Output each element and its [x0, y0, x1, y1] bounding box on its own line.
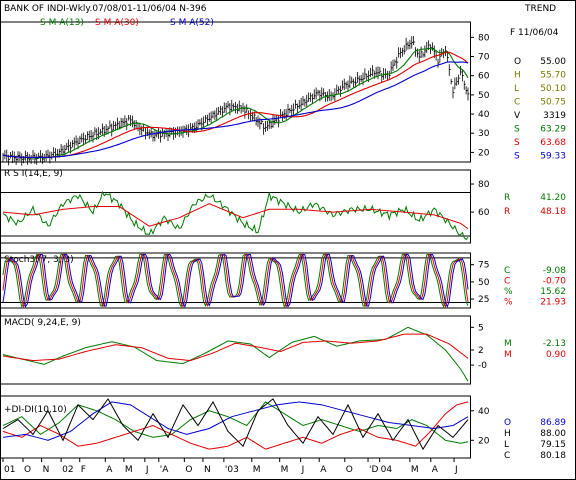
price-readout-label: V: [514, 111, 521, 121]
price-readout-value: 59.33: [540, 152, 566, 162]
x-tick-label: F: [81, 465, 86, 475]
dmi-title: +DI-DI(10,10): [4, 405, 67, 415]
stochastic-tick-label: 50: [478, 278, 490, 288]
date-label: F 11/06/04: [510, 28, 559, 38]
trend-label: TREND: [524, 4, 556, 14]
x-tick-label: J: [145, 465, 149, 475]
dmi-tick-label: 20: [478, 436, 490, 446]
stochastic-tick-label: 75: [478, 261, 489, 271]
x-tick-label: M: [411, 465, 419, 475]
legend-entry: S M A(30): [95, 18, 139, 28]
stochastic-readout-label: C: [504, 266, 510, 276]
rsi-readout-label: R: [504, 193, 510, 203]
stochastic-readout-label: %: [504, 298, 513, 308]
price-readout-label: L: [514, 84, 519, 94]
price-tick-label: 70: [478, 53, 490, 63]
x-tick-label: A: [106, 465, 113, 475]
macd-tick-label: 2: [478, 346, 484, 356]
macd-readout-label: M: [504, 350, 512, 360]
rsi-readout-value: 41.20: [540, 193, 566, 203]
price-readout-value: 63.29: [540, 125, 566, 135]
macd-tick-label: -0: [478, 361, 487, 371]
rsi-tick-label: 80: [478, 180, 490, 190]
x-tick-label: 'A: [160, 465, 169, 475]
price-readout-value: 3319: [543, 111, 566, 121]
x-tick-label: 04: [381, 465, 393, 475]
price-tick-label: 80: [478, 33, 490, 43]
price-tick-label: 40: [478, 110, 490, 120]
dmi-readout-value: 80.18: [540, 451, 566, 461]
dmi-readout-value: 79.15: [540, 440, 566, 450]
price-readout-value: 63.68: [540, 138, 566, 148]
x-tick-label: M: [125, 465, 133, 475]
rsi-readout-value: 48.18: [540, 207, 566, 217]
macd-readout-value: 0.90: [546, 350, 566, 360]
price-readout-label: O: [514, 57, 521, 67]
rsi-readout-label: R: [504, 207, 510, 217]
x-tick-label: N: [204, 465, 211, 475]
legend-entry: S M A(52): [170, 18, 214, 28]
price-tick-label: 20: [478, 148, 490, 158]
macd-readout-label: M: [504, 339, 512, 349]
x-tick-label: M: [281, 465, 289, 475]
dmi-readout-label: H: [504, 429, 511, 439]
price-readout-label: S: [514, 152, 520, 162]
x-tick-label: O: [346, 465, 353, 475]
dmi-readout-label: L: [504, 440, 509, 450]
technical-chart: BANK OF INDI-Wkly.07/08/01-11/06/04 N-39…: [0, 0, 576, 480]
dmi-readout-value: 86.89: [540, 418, 566, 428]
stochastic-readout-value: 15.62: [540, 287, 566, 297]
macd-tick-label: 5: [478, 323, 484, 333]
x-tick-label: 'D: [369, 465, 378, 475]
stochastic-readout-value: -0.70: [543, 277, 567, 287]
x-tick-label: A: [320, 465, 327, 475]
price-readout-label: C: [514, 98, 520, 108]
price-readout-value: 55.70: [540, 71, 566, 81]
price-tick-label: 30: [478, 129, 490, 139]
stochastic-readout-value: -9.08: [543, 266, 567, 276]
dmi-tick-label: 40: [478, 407, 490, 417]
x-tick-label: J: [301, 465, 305, 475]
price-readout-label: H: [514, 71, 521, 81]
x-tick-label: A: [432, 465, 439, 475]
chart-title: BANK OF INDI-Wkly.07/08/01-11/06/04 N-39…: [4, 4, 207, 14]
price-readout-value: 55.00: [540, 57, 566, 67]
rsi-tick-label: 60: [478, 208, 490, 218]
rsi-title: R S I(14,E, 9): [4, 169, 63, 179]
price-tick-label: 60: [478, 72, 490, 82]
stochastic-readout-label: %: [504, 287, 513, 297]
legend-entry: S M A(13): [40, 18, 84, 28]
stochastic-readout-value: 21.93: [540, 298, 566, 308]
price-readout-label: S: [514, 138, 520, 148]
dmi-readout-label: O: [504, 418, 511, 428]
macd-title: MACD( 9,24,E, 9): [4, 318, 81, 328]
price-readout-value: 50.75: [540, 98, 566, 108]
macd-readout-value: -2.13: [543, 339, 566, 349]
x-tick-label: '03: [225, 465, 239, 475]
x-tick-label: N: [43, 465, 50, 475]
x-tick-label: O: [24, 465, 31, 475]
price-readout-label: S: [514, 125, 520, 135]
dmi-readout-label: C: [504, 451, 510, 461]
x-tick-label: 01: [4, 465, 15, 475]
price-tick-label: 50: [478, 91, 490, 101]
x-tick-label: 02: [62, 465, 73, 475]
stochastic-tick-label: 25: [478, 295, 489, 305]
price-readout-value: 50.10: [540, 84, 566, 94]
x-tick-label: M: [253, 465, 261, 475]
x-tick-label: J: [454, 465, 458, 475]
stochastic-readout-label: C: [504, 277, 510, 287]
x-tick-label: O: [185, 465, 192, 475]
dmi-readout-value: 88.00: [540, 429, 566, 439]
